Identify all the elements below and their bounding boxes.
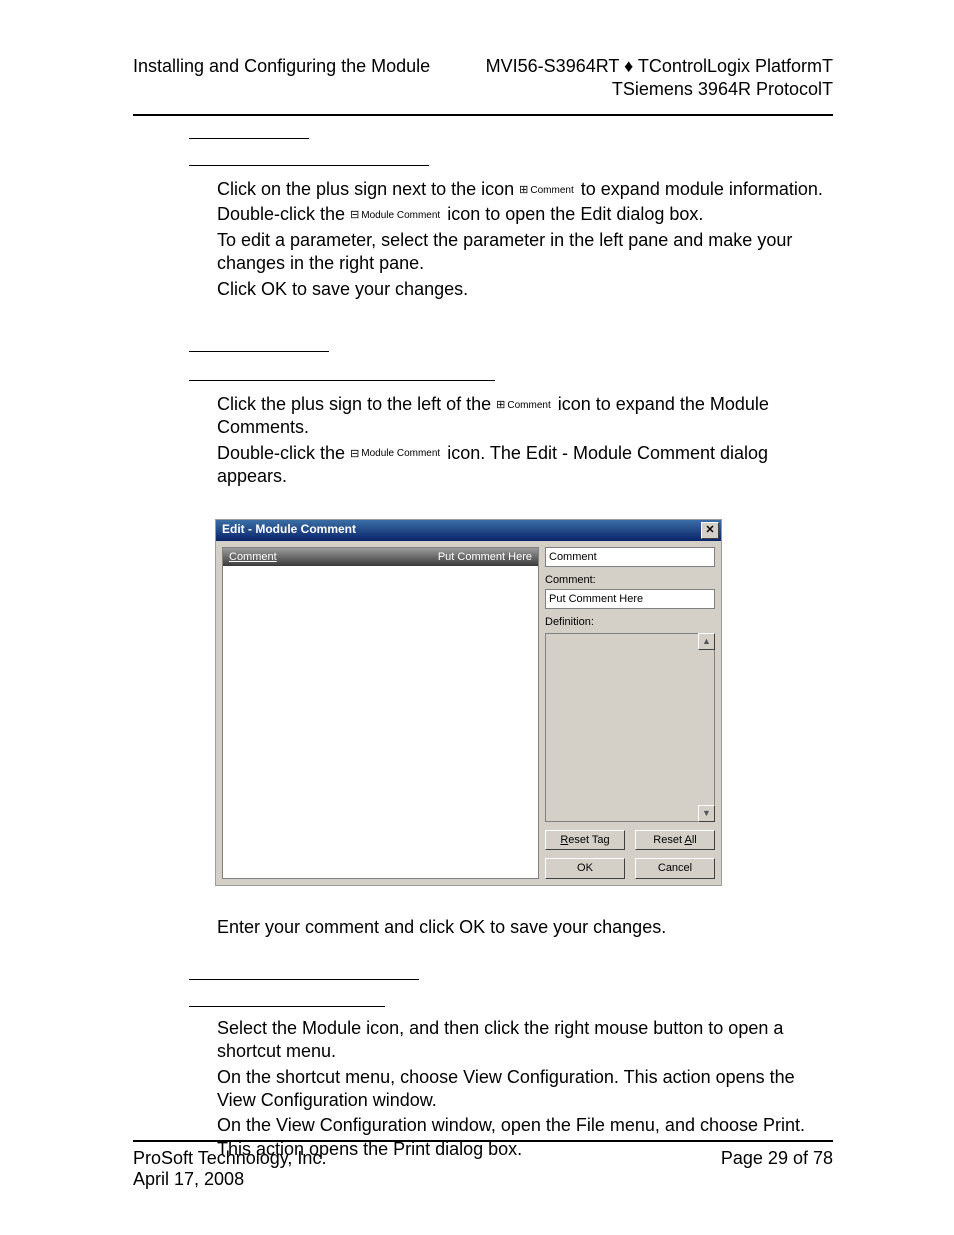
section-rule-1b: [189, 165, 429, 166]
section-rule-3a: [189, 979, 419, 980]
right-top-box: Comment: [545, 547, 715, 567]
module-comment-icon: ⊟: [350, 209, 359, 221]
definition-label: Definition:: [545, 615, 715, 629]
footer-page: Page 29 of 78: [721, 1148, 833, 1190]
footer-company: ProSoft Technology, Inc.: [133, 1148, 326, 1169]
module-comment-tree-label-2: Module Comment: [359, 448, 442, 459]
definition-textarea[interactable]: ▲ ▼: [545, 633, 715, 822]
dialog-title: Edit - Module Comment: [222, 522, 356, 538]
comment-tree-label: Comment: [528, 185, 575, 196]
section3-step2: On the shortcut menu, choose View Config…: [217, 1066, 833, 1113]
comment-tree-label-2: Comment: [505, 400, 552, 411]
section-rule-2b: [189, 380, 495, 381]
reset-all-button[interactable]: Reset All: [635, 830, 715, 850]
header-left: Installing and Configuring the Module: [133, 55, 430, 100]
section-rule-2a: [189, 351, 329, 352]
header-right-1: MVI56-S3964RT ♦ TControlLogix PlatformT: [486, 55, 833, 78]
after-dialog-text: Enter your comment and click OK to save …: [217, 916, 833, 939]
section-rule-1a: [189, 138, 309, 139]
section1-step4: Click OK to save your changes.: [217, 278, 833, 301]
section-rule-3b: [189, 1006, 385, 1007]
section3-step1: Select the Module icon, and then click t…: [217, 1017, 833, 1064]
footer-date: April 17, 2008: [133, 1169, 326, 1190]
header-right-2: TSiemens 3964R ProtocolT: [486, 78, 833, 101]
left-panel-selected-row[interactable]: Comment Put Comment Here: [223, 548, 538, 566]
footer-rule: [133, 1140, 833, 1142]
section1-step1: Click on the plus sign next to the icon …: [217, 178, 833, 201]
section1-step2: Double-click the ⊟Module Comment icon to…: [217, 203, 833, 226]
module-comment-icon-2: ⊟: [350, 448, 359, 460]
module-comment-tree-label: Module Comment: [359, 210, 442, 221]
dialog-left-panel[interactable]: Comment Put Comment Here: [222, 547, 539, 879]
comment-label: Comment:: [545, 573, 715, 587]
plus-tree-icon-2: ⊞: [496, 399, 505, 411]
section1-step3: To edit a parameter, select the paramete…: [217, 229, 833, 276]
ok-button[interactable]: OK: [545, 858, 625, 878]
section2-step1: Click the plus sign to the left of the ⊞…: [217, 393, 833, 440]
edit-module-comment-dialog: Edit - Module Comment ✕ Comment Put Comm…: [215, 519, 722, 886]
plus-tree-icon: ⊞: [519, 184, 528, 196]
reset-tag-button[interactable]: Reset Tag: [545, 830, 625, 850]
comment-input[interactable]: Put Comment Here: [545, 589, 715, 609]
scroll-up-icon[interactable]: ▲: [698, 633, 715, 650]
header-rule: [133, 114, 833, 116]
scroll-down-icon[interactable]: ▼: [698, 805, 715, 822]
close-icon[interactable]: ✕: [701, 522, 719, 539]
section2-step2: Double-click the ⊟Module Comment icon. T…: [217, 442, 833, 489]
cancel-button[interactable]: Cancel: [635, 858, 715, 878]
